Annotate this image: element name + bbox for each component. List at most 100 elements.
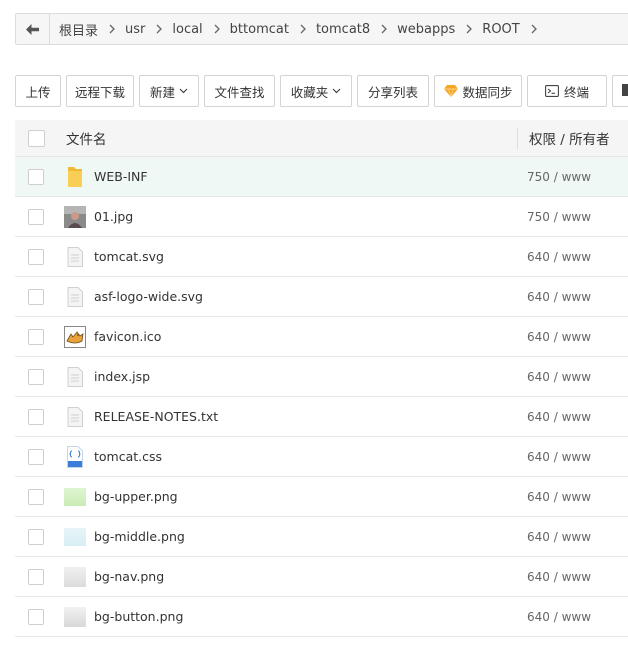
row-checkbox[interactable] bbox=[28, 328, 44, 345]
table-row[interactable]: bg-middle.png 640 / www bbox=[15, 517, 628, 557]
file-permission[interactable]: 640 / www bbox=[527, 370, 591, 384]
file-name[interactable]: bg-button.png bbox=[94, 609, 183, 624]
chevron-right-icon bbox=[381, 24, 388, 34]
file-table: 文件名 权限 / 所有者 WEB-INF 750 / www 01.jpg 75… bbox=[15, 120, 628, 637]
row-checkbox[interactable] bbox=[28, 448, 44, 465]
terminal-label: 终端 bbox=[563, 84, 589, 100]
path-bar: 根目录 usr local bttomcat tomcat8 webapps R… bbox=[15, 13, 628, 45]
table-header: 文件名 权限 / 所有者 bbox=[15, 120, 628, 157]
row-checkbox[interactable] bbox=[28, 208, 44, 225]
terminal-button[interactable]: 终端 bbox=[527, 75, 607, 107]
remote-download-button[interactable]: 远程下载 bbox=[66, 75, 134, 107]
file-permission[interactable]: 640 / www bbox=[527, 570, 591, 584]
table-row[interactable]: 01.jpg 750 / www bbox=[15, 197, 628, 237]
file-name[interactable]: index.jsp bbox=[94, 369, 150, 384]
file-search-button[interactable]: 文件查找 bbox=[204, 75, 275, 107]
breadcrumb-item-usr[interactable]: usr bbox=[125, 22, 145, 37]
back-button[interactable] bbox=[16, 14, 50, 44]
breadcrumb-item-webapps[interactable]: webapps bbox=[397, 22, 455, 37]
breadcrumb-item-root-dir[interactable]: ROOT bbox=[482, 22, 519, 37]
table-row[interactable]: index.jsp 640 / www bbox=[15, 357, 628, 397]
file-permission[interactable]: 640 / www bbox=[527, 490, 591, 504]
breadcrumb-item-root[interactable]: 根目录 bbox=[59, 20, 98, 39]
table-row[interactable]: asf-logo-wide.svg 640 / www bbox=[15, 277, 628, 317]
terminal-icon bbox=[545, 85, 559, 97]
row-checkbox[interactable] bbox=[28, 368, 44, 385]
css-file-icon bbox=[64, 445, 86, 468]
table-row[interactable]: bg-upper.png 640 / www bbox=[15, 477, 628, 517]
file-permission[interactable]: 640 / www bbox=[527, 290, 591, 304]
folder-icon bbox=[64, 166, 86, 188]
header-permission[interactable]: 权限 / 所有者 bbox=[529, 128, 610, 148]
breadcrumb-item-local[interactable]: local bbox=[172, 22, 202, 37]
data-sync-label: 数据同步 bbox=[462, 84, 513, 100]
data-sync-button[interactable]: 数据同步 bbox=[434, 75, 522, 107]
file-name[interactable]: tomcat.svg bbox=[94, 249, 164, 264]
favorites-label: 收藏夹 bbox=[290, 84, 329, 100]
breadcrumb: 根目录 usr local bttomcat tomcat8 webapps R… bbox=[50, 14, 547, 44]
file-permission[interactable]: 750 / www bbox=[527, 170, 591, 184]
upload-label: 上传 bbox=[25, 84, 51, 100]
header-name[interactable]: 文件名 bbox=[66, 128, 107, 148]
diamond-icon bbox=[443, 85, 458, 97]
file-permission[interactable]: 640 / www bbox=[527, 530, 591, 544]
row-checkbox[interactable] bbox=[28, 408, 44, 425]
file-name[interactable]: 01.jpg bbox=[94, 209, 133, 224]
row-checkbox[interactable] bbox=[28, 608, 44, 625]
remote-download-label: 远程下载 bbox=[75, 84, 126, 100]
new-label: 新建 bbox=[150, 84, 176, 100]
text-file-icon bbox=[64, 366, 86, 388]
chevron-right-icon bbox=[466, 24, 473, 34]
file-permission[interactable]: 640 / www bbox=[527, 610, 591, 624]
table-row[interactable]: tomcat.svg 640 / www bbox=[15, 237, 628, 277]
chevron-right-icon bbox=[156, 24, 163, 34]
tomcat-favicon-icon bbox=[64, 325, 86, 348]
chevron-right-icon bbox=[300, 24, 306, 34]
file-name[interactable]: RELEASE-NOTES.txt bbox=[94, 409, 218, 424]
table-row[interactable]: RELEASE-NOTES.txt 640 / www bbox=[15, 397, 628, 437]
breadcrumb-item-bttomcat[interactable]: bttomcat bbox=[230, 22, 289, 37]
share-list-button[interactable]: 分享列表 bbox=[357, 75, 429, 107]
row-checkbox[interactable] bbox=[28, 288, 44, 305]
file-permission[interactable]: 640 / www bbox=[527, 410, 591, 424]
file-permission[interactable]: 750 / www bbox=[527, 210, 591, 224]
row-checkbox[interactable] bbox=[28, 248, 44, 265]
file-name[interactable]: bg-nav.png bbox=[94, 569, 164, 584]
row-checkbox[interactable] bbox=[28, 528, 44, 545]
file-name[interactable]: bg-upper.png bbox=[94, 489, 178, 504]
share-list-label: 分享列表 bbox=[368, 84, 419, 100]
grey-swatch-icon bbox=[64, 606, 86, 628]
chevron-down-icon bbox=[332, 88, 341, 94]
file-permission[interactable]: 640 / www bbox=[527, 330, 591, 344]
text-file-icon bbox=[64, 246, 86, 268]
table-row[interactable]: bg-button.png 640 / www bbox=[15, 597, 628, 637]
column-divider[interactable] bbox=[517, 128, 518, 149]
file-name[interactable]: tomcat.css bbox=[94, 449, 162, 464]
file-name[interactable]: WEB-INF bbox=[94, 169, 148, 184]
file-permission[interactable]: 640 / www bbox=[527, 450, 591, 464]
chevron-down-icon bbox=[179, 88, 188, 94]
file-search-label: 文件查找 bbox=[214, 84, 265, 100]
new-button[interactable]: 新建 bbox=[139, 75, 199, 107]
file-name[interactable]: favicon.ico bbox=[94, 329, 161, 344]
file-permission[interactable]: 640 / www bbox=[527, 250, 591, 264]
file-name[interactable]: asf-logo-wide.svg bbox=[94, 289, 203, 304]
toolbar: 上传 远程下载 新建 文件查找 收藏夹 分享列表 数据同步 终端 bbox=[15, 75, 628, 107]
table-row[interactable]: bg-nav.png 640 / www bbox=[15, 557, 628, 597]
table-row[interactable]: favicon.ico 640 / www bbox=[15, 317, 628, 357]
breadcrumb-item-tomcat8[interactable]: tomcat8 bbox=[316, 22, 370, 37]
upload-button[interactable]: 上传 bbox=[15, 75, 61, 107]
row-checkbox[interactable] bbox=[28, 168, 44, 185]
more-button[interactable] bbox=[612, 75, 628, 107]
row-checkbox[interactable] bbox=[28, 488, 44, 505]
table-row[interactable]: WEB-INF 750 / www bbox=[15, 157, 628, 197]
file-name[interactable]: bg-middle.png bbox=[94, 529, 185, 544]
table-row[interactable]: tomcat.css 640 / www bbox=[15, 437, 628, 477]
select-all-checkbox[interactable] bbox=[28, 129, 45, 147]
grey-swatch-icon bbox=[64, 566, 86, 588]
image-thumbnail-icon bbox=[64, 205, 86, 228]
row-checkbox[interactable] bbox=[28, 568, 44, 585]
chevron-right-icon bbox=[214, 24, 220, 34]
favorites-button[interactable]: 收藏夹 bbox=[280, 75, 352, 107]
clipboard-icon bbox=[622, 83, 628, 100]
